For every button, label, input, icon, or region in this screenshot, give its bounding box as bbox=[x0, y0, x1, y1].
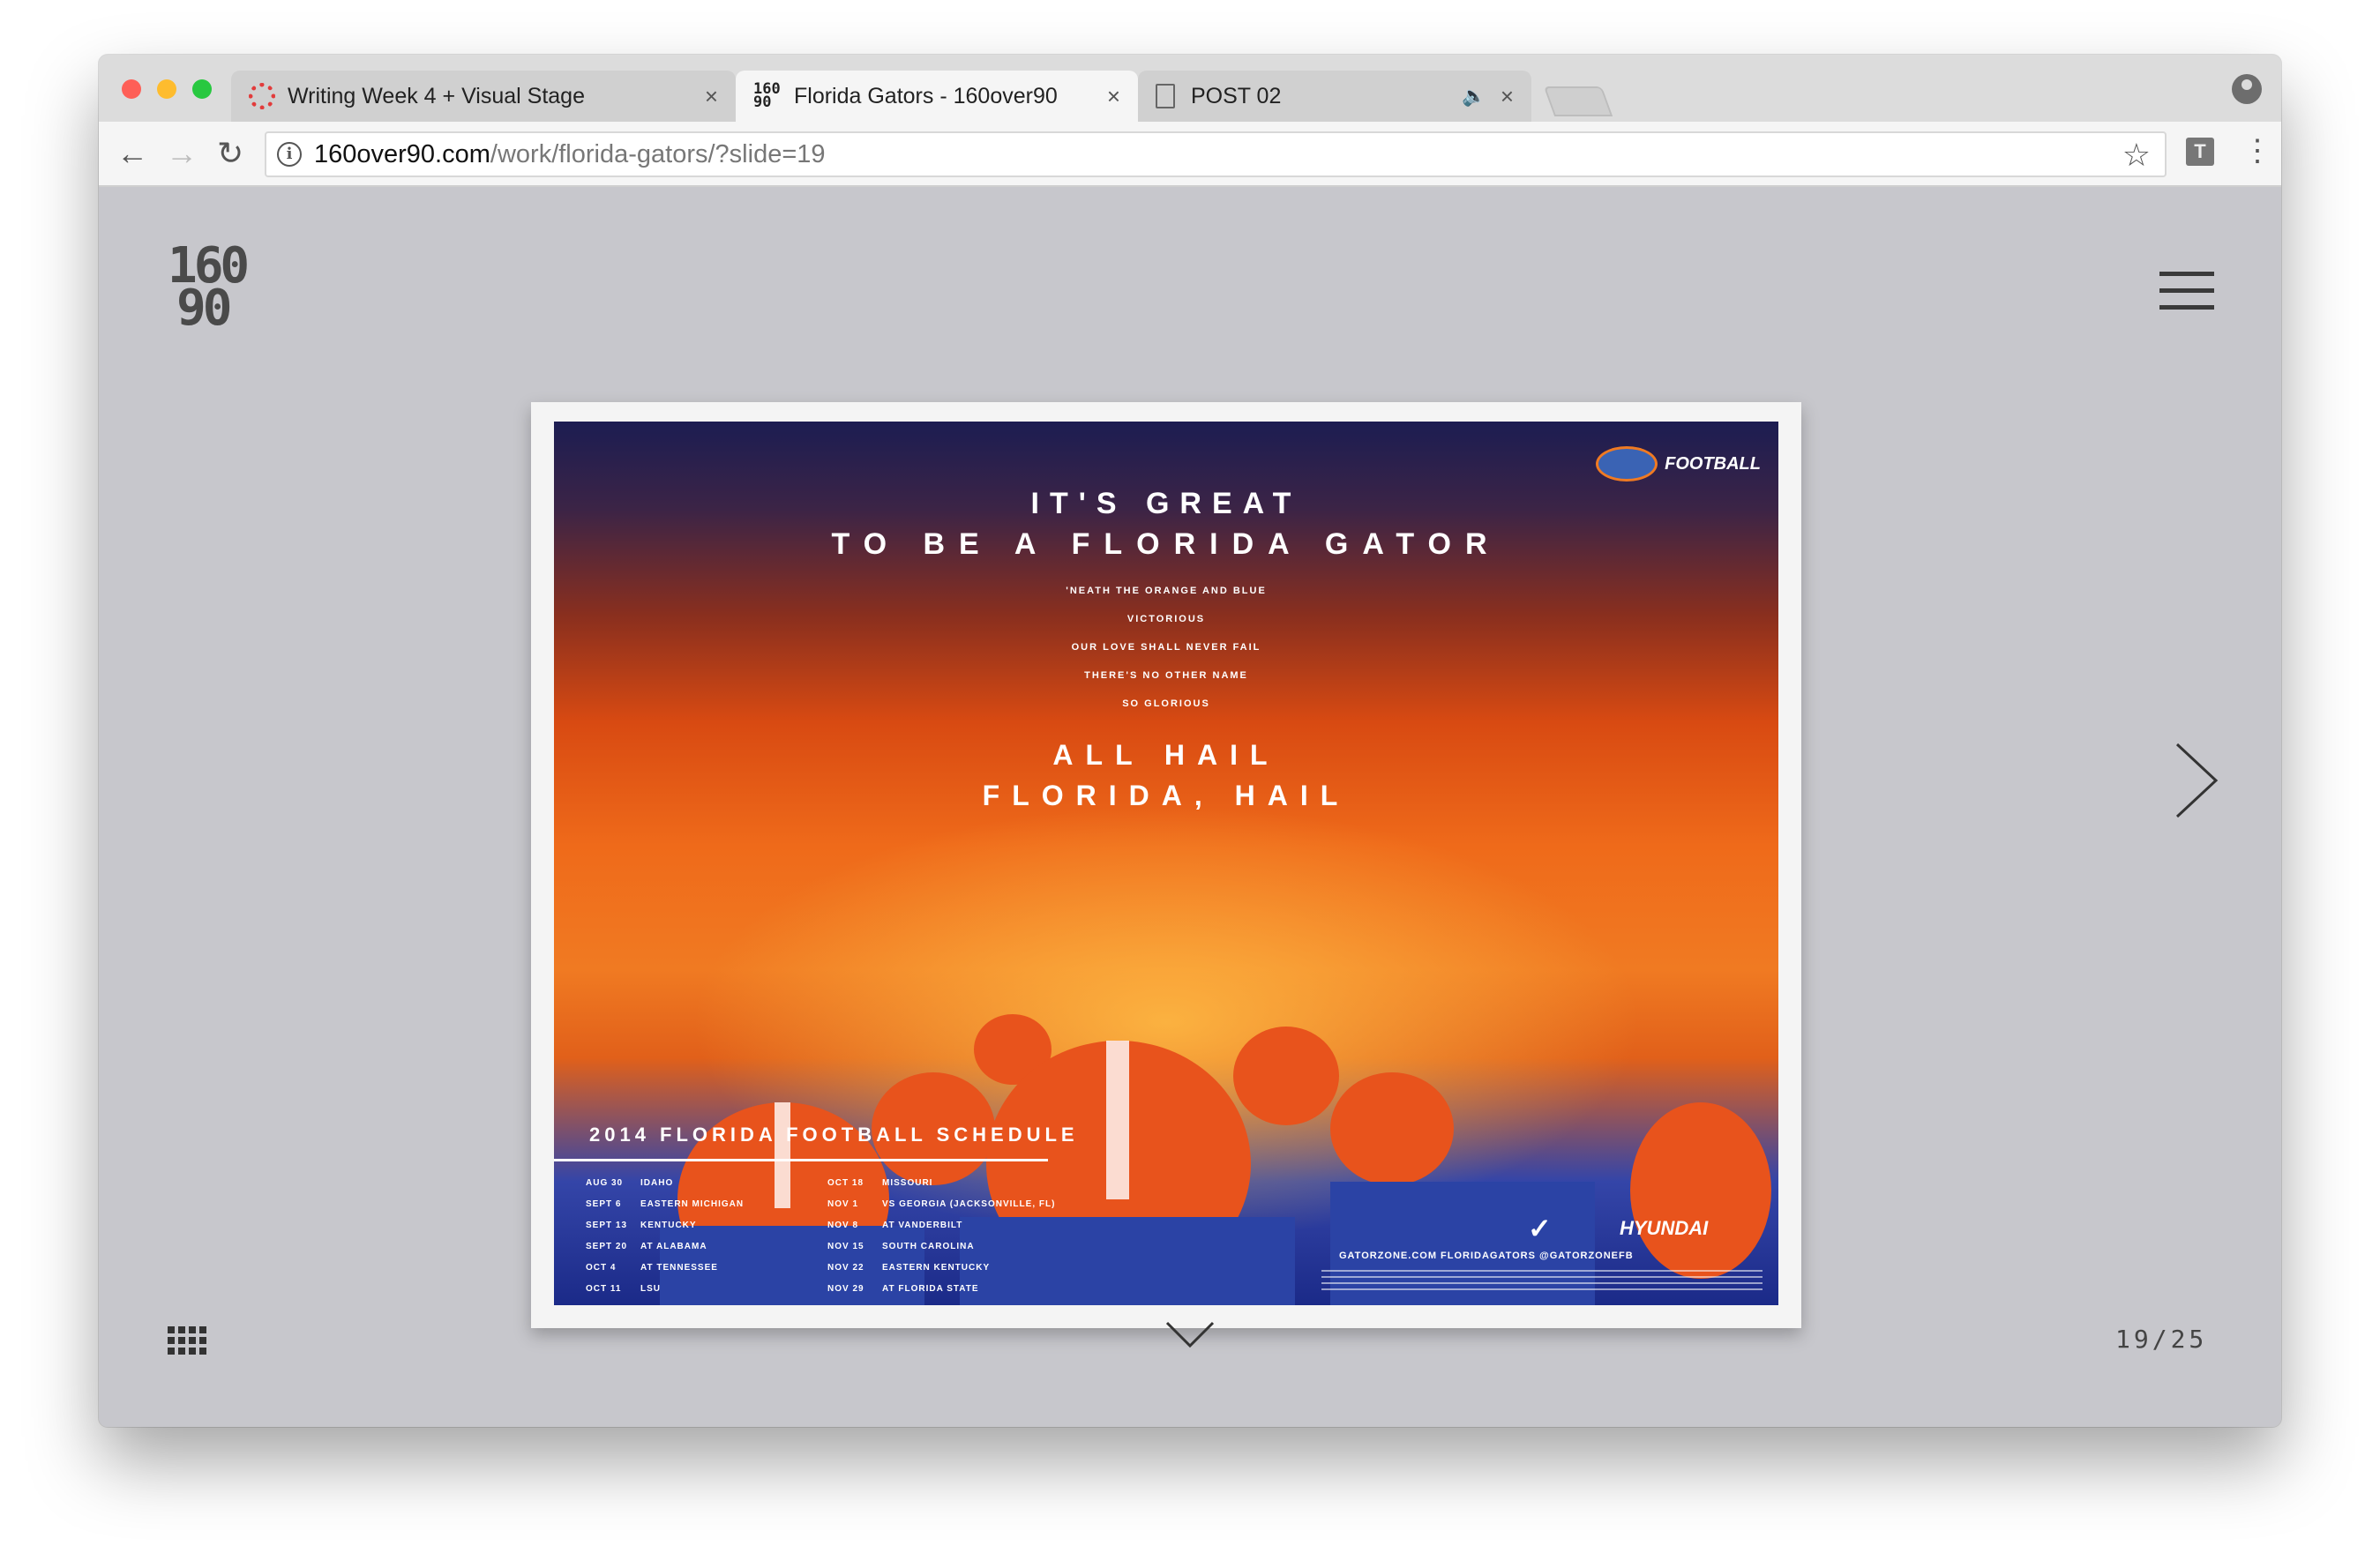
bookmark-star-icon[interactable]: ☆ bbox=[2122, 137, 2151, 174]
schedule-row: NOV 15 SOUTH CAROLINA bbox=[827, 1242, 975, 1251]
tab-florida-gators[interactable]: 160 90 Florida Gators - 160over90 × bbox=[736, 71, 1138, 122]
lyric-line: SO GLORIOUS bbox=[1122, 698, 1210, 709]
schedule-row: NOV 8 AT VANDERBILT bbox=[827, 1221, 963, 1230]
lyric-line: THERE'S NO OTHER NAME bbox=[1084, 670, 1248, 681]
poster-hail-2: FLORIDA, HAIL bbox=[982, 780, 1351, 811]
url-host: 160over90.com bbox=[314, 139, 490, 168]
slide-image: FOOTBALL IT'S GREAT TO BE A FLORIDA GATO… bbox=[531, 402, 1801, 1328]
schedule-row: NOV 1 VS GEORGIA (JACKSONVILLE, FL) bbox=[827, 1199, 1056, 1209]
close-tab-icon[interactable]: × bbox=[705, 83, 718, 110]
schedule-column-left: AUG 30 IDAHO SEPT 6 EASTERN MICHIGAN SEPT … bbox=[586, 1173, 744, 1300]
lyric-line: OUR LOVE SHALL NEVER FAIL bbox=[1071, 642, 1261, 653]
back-arrow-icon[interactable]: ← bbox=[116, 136, 148, 171]
poster-headline-2: TO BE A FLORIDA GATOR bbox=[831, 527, 1501, 561]
tab-label: Writing Week 4 + Visual Stage bbox=[288, 83, 585, 108]
url-path: /work/florida-gators/?slide=19 bbox=[490, 139, 826, 168]
brand-label: FOOTBALL bbox=[1665, 453, 1761, 474]
poster-hail-1: ALL HAIL bbox=[1052, 739, 1280, 771]
minimize-window-button[interactable] bbox=[157, 79, 176, 99]
gator-logo-icon bbox=[1596, 446, 1658, 482]
speaker-icon[interactable]: 🔈 bbox=[1462, 85, 1486, 108]
poster-headline-1: IT'S GREAT bbox=[1030, 487, 1302, 520]
swirl-favicon-icon bbox=[249, 83, 275, 109]
close-window-button[interactable] bbox=[122, 79, 141, 99]
hyundai-logo: HYUNDAI bbox=[1620, 1217, 1709, 1239]
schedule-row: SEPT 20 AT ALABAMA bbox=[586, 1242, 707, 1251]
forward-arrow-icon[interactable]: → bbox=[166, 136, 198, 171]
close-tab-icon[interactable]: × bbox=[1501, 83, 1514, 110]
schedule-rule bbox=[554, 1159, 1048, 1161]
gators-poster: FOOTBALL IT'S GREAT TO BE A FLORIDA GATO… bbox=[554, 422, 1778, 1305]
extension-icon[interactable]: T bbox=[2186, 138, 2214, 166]
lyric-line: VICTORIOUS bbox=[1126, 614, 1206, 624]
scroll-down-chevron-icon[interactable] bbox=[1164, 1318, 1216, 1353]
hamburger-menu-icon[interactable] bbox=[2159, 272, 2214, 310]
schedule-row: OCT 18 MISSOURI bbox=[827, 1178, 933, 1188]
160over90-favicon-icon: 160 90 bbox=[753, 80, 781, 111]
schedule-row: NOV 29 AT FLORIDA STATE bbox=[827, 1284, 979, 1294]
browser-window: Writing Week 4 + Visual Stage × 160 90 Fl… bbox=[99, 55, 2281, 1427]
next-slide-arrow-icon[interactable] bbox=[2170, 741, 2223, 820]
site-logo[interactable]: 160 90 bbox=[168, 242, 250, 333]
schedule-title: 2014 FLORIDA FOOTBALL SCHEDULE bbox=[589, 1124, 1079, 1146]
tab-post-02[interactable]: POST 02 🔈 × bbox=[1138, 71, 1531, 122]
browser-menu-icon[interactable]: ⋮ bbox=[2242, 132, 2272, 169]
zoom-window-button[interactable] bbox=[192, 79, 212, 99]
schedule-row: NOV 22 EASTERN KENTUCKY bbox=[827, 1263, 991, 1273]
schedule-row: AUG 30 IDAHO bbox=[586, 1178, 674, 1188]
schedule-row: OCT 11 LSU bbox=[586, 1284, 661, 1294]
grid-view-icon[interactable] bbox=[168, 1326, 206, 1355]
poster-brand: FOOTBALL bbox=[1596, 446, 1761, 482]
poster-fine-print bbox=[1321, 1270, 1763, 1295]
reload-icon[interactable]: ↻ bbox=[217, 136, 243, 171]
schedule-row: SEPT 6 EASTERN MICHIGAN bbox=[586, 1199, 745, 1209]
tab-label: Florida Gators - 160over90 bbox=[794, 83, 1058, 108]
profile-icon[interactable] bbox=[2232, 74, 2262, 104]
new-tab-button[interactable] bbox=[1543, 86, 1613, 116]
document-icon bbox=[1156, 84, 1175, 108]
lyric-line: 'NEATH THE ORANGE AND BLUE bbox=[1066, 586, 1267, 596]
close-tab-icon[interactable]: × bbox=[1107, 83, 1120, 110]
slide-counter: 19/25 bbox=[2115, 1325, 2208, 1354]
schedule-column-right: OCT 18 MISSOURI NOV 1 VS GEORGIA (JACKSONV… bbox=[827, 1173, 1055, 1300]
page-viewport: 160 90 FOOTBALL IT'S GREAT TO BE A FLORI… bbox=[99, 187, 2281, 1427]
browser-toolbar: ← → ↻ i 160over90.com /work/florida-gato… bbox=[99, 122, 2281, 187]
tab-strip: Writing Week 4 + Visual Stage × 160 90 Fl… bbox=[99, 55, 2281, 122]
schedule-row: OCT 4 AT TENNESSEE bbox=[586, 1263, 718, 1273]
tab-label: POST 02 bbox=[1191, 83, 1282, 108]
poster-social-links: GATORZONE.COM FLORIDAGATORS @GATORZONEFB bbox=[1339, 1251, 1634, 1261]
nike-swoosh-icon: ✓ bbox=[1528, 1213, 1552, 1244]
info-icon[interactable]: i bbox=[277, 142, 302, 167]
schedule-row: SEPT 13 KENTUCKY bbox=[586, 1221, 697, 1230]
address-bar[interactable]: i 160over90.com /work/florida-gators/?sl… bbox=[265, 131, 2167, 177]
tab-writing-week[interactable]: Writing Week 4 + Visual Stage × bbox=[231, 71, 736, 122]
